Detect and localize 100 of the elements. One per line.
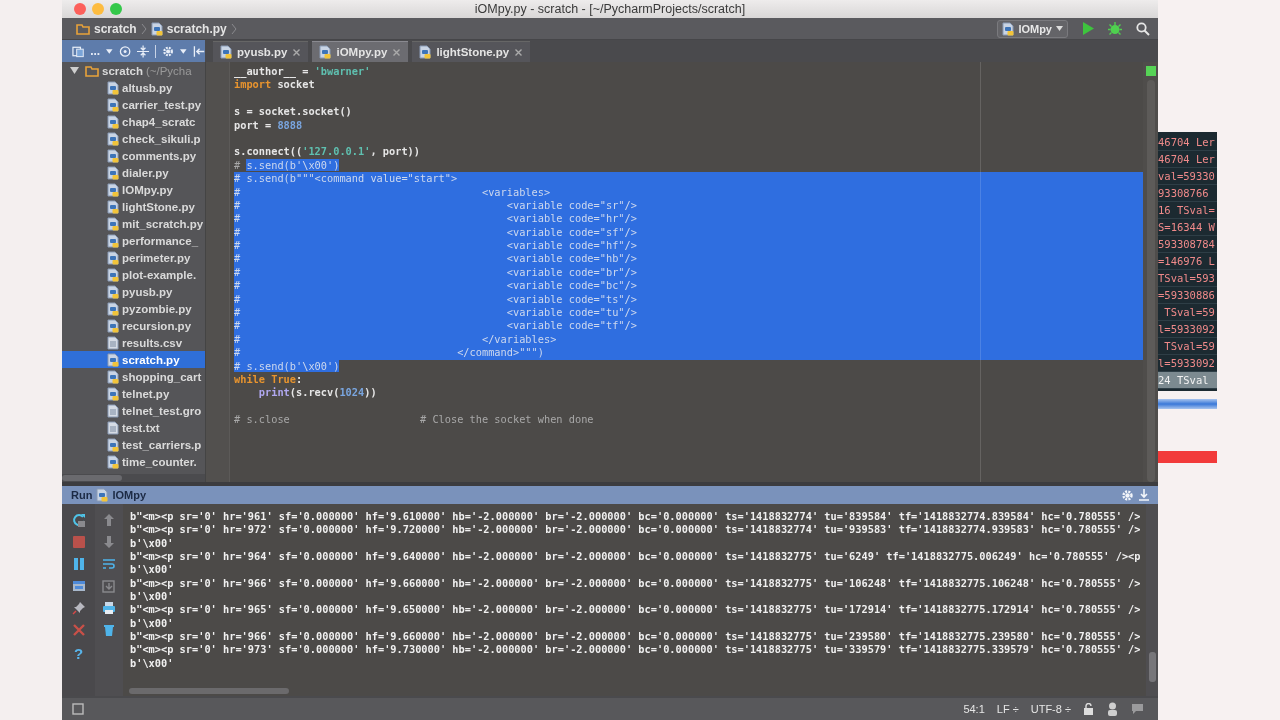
console-line: b"<m><p sr='0' hr='966' sf='0.000000' hf='9.660000' hb='-2.000000' br='-2.000000' bc='0.000000' ts='1418832775' tu='106248' tf='1418832775.106248' hc='0.780555' /> [130,576,1142,591]
up-arrow-icon[interactable] [102,513,116,527]
tree-item[interactable]: recursion.py [62,317,205,334]
terminal-line: 46704 Ler [1158,134,1217,151]
tab[interactable]: lightStone.py [412,41,531,62]
close-button[interactable] [74,3,86,15]
python-file-icon [107,454,119,469]
python-file-icon [107,284,119,299]
tree-item[interactable]: scratch (~/Pycha [62,62,205,79]
close-icon[interactable] [514,47,524,57]
hide-icon[interactable] [192,44,205,58]
tree-item[interactable]: shopping_cart [62,368,205,385]
tree-item[interactable]: plot-example. [62,266,205,283]
stop-icon[interactable] [71,535,86,549]
search-icon[interactable] [1136,21,1150,36]
tree-item[interactable]: lightStone.py [62,198,205,215]
project-view-label[interactable]: ... [90,44,101,58]
collapse-icon[interactable] [136,44,150,58]
down-arrow-icon[interactable] [102,535,116,549]
tree-item[interactable]: carrier_test.py [62,96,205,113]
python-file-icon [107,267,119,282]
python-file-icon [107,301,119,316]
line-separator-selector[interactable]: LF ÷ [996,703,1019,715]
console-line: b'\x00' [130,590,175,604]
console-line: b'\x00' [130,536,175,551]
code-line: s = socket.socket() [234,105,353,119]
terminal-line: TSval=59 [1158,304,1217,321]
print-icon[interactable] [102,601,116,615]
python-file-icon [107,97,119,112]
python-file-icon [107,114,119,129]
terminal-line: 593308784 [1158,236,1217,253]
trash-icon[interactable] [102,623,116,637]
panel-toggle-icon[interactable] [72,703,84,715]
figure-icon[interactable] [1106,702,1119,716]
help-button[interactable]: ? [73,645,84,662]
tree-item[interactable]: dialer.py [62,164,205,181]
gear-icon[interactable] [1121,488,1134,502]
tree-item[interactable]: comments.py [62,147,205,164]
tree-item[interactable]: chap4_scratc [62,113,205,130]
code-line: # s.close # Close the socket when done [234,413,595,427]
python-file-icon [107,182,119,197]
target-icon[interactable] [118,44,131,58]
tree-item[interactable]: IOMpy.py [62,181,205,198]
tree-item[interactable]: telnet_test.gro [62,402,205,419]
tree-item[interactable]: pyusb.py [62,283,205,300]
expand-arrow-icon[interactable] [70,66,79,75]
code-line: print(s.recv(1024)) [257,386,378,400]
breadcrumb[interactable]: scratch [76,21,137,36]
tree-item[interactable]: performance_ [62,232,205,249]
bug-icon[interactable] [1108,21,1122,36]
text-file-icon [107,335,119,350]
close-icon[interactable] [292,47,302,57]
tab[interactable]: pyusb.py [213,41,309,62]
python-file-icon [150,21,163,36]
error-bar [1158,451,1217,463]
tree-item[interactable]: pyzombie.py [62,300,205,317]
tree-item[interactable]: results.csv [62,334,205,351]
tree-item[interactable]: telnet.py [62,385,205,402]
tree-item[interactable]: test_carriers.p [62,436,205,453]
pin-icon[interactable] [71,601,86,615]
tree-item[interactable]: time_counter. [62,453,205,470]
close-icon[interactable] [392,47,402,57]
tree-item[interactable]: altusb.py [62,79,205,96]
tab[interactable]: iOMpy.py [312,41,409,62]
breadcrumb[interactable]: scratch.py [150,21,227,36]
run-icon[interactable] [1082,22,1094,35]
zoom-button[interactable] [110,3,122,15]
scrollbar[interactable] [1146,504,1158,696]
tree-item[interactable]: scratch.py [62,351,205,368]
hide-icon[interactable] [1138,488,1150,502]
tree-item[interactable]: perimeter.py [62,249,205,266]
console-line: b"<m><p sr='0' hr='965' sf='0.000000' hf='9.650000' hb='-2.000000' br='-2.000000' bc='0.000000' ts='1418832775' tu='172914' tf='1418832775.172914' hc='0.780555' /> [130,603,1142,617]
encoding-selector[interactable]: UTF-8 ÷ [1030,703,1071,715]
console-line: b"<m><p sr='0' hr='964' sf='0.000000' hf='9.640000' hb='-2.000000' br='-2.000000' bc='0.000000' ts='1418832775' tu='6249' tf='1418832775.006249' hc='0.780555' /><p [130,550,1142,564]
layout-icon[interactable] [71,579,86,593]
tree-item[interactable]: check_sikuli.p [62,130,205,147]
terminal-line: 46704 Ler [1158,151,1217,168]
python-file-icon [107,352,119,367]
code-line: __author__ = 'bwarner' [234,65,372,79]
python-file-icon [107,250,119,265]
scrollbar[interactable] [1146,80,1155,482]
folder-icon [76,22,90,35]
wrap-icon[interactable] [102,557,116,571]
export-icon[interactable] [102,579,116,593]
chat-icon[interactable] [1131,703,1144,715]
rerun-icon[interactable] [71,513,86,527]
terminal-line: 16 TSval= [1158,202,1217,219]
scrollbar[interactable] [62,474,205,482]
highlight-bar [1158,399,1217,409]
console-line: b'\x00' [130,616,175,631]
run-config-dropdown[interactable]: IOMpy [997,19,1068,38]
pause-icon[interactable] [71,557,86,571]
project-view-icon[interactable] [72,44,85,58]
terminal-line: val=59330 [1158,168,1217,185]
gear-icon[interactable] [162,44,175,58]
tree-item[interactable]: mit_scratch.py [62,215,205,232]
tree-item[interactable]: test.txt [62,419,205,436]
close-icon[interactable] [71,623,86,637]
chevron-icon [230,21,237,36]
lock-icon[interactable] [1083,703,1094,715]
